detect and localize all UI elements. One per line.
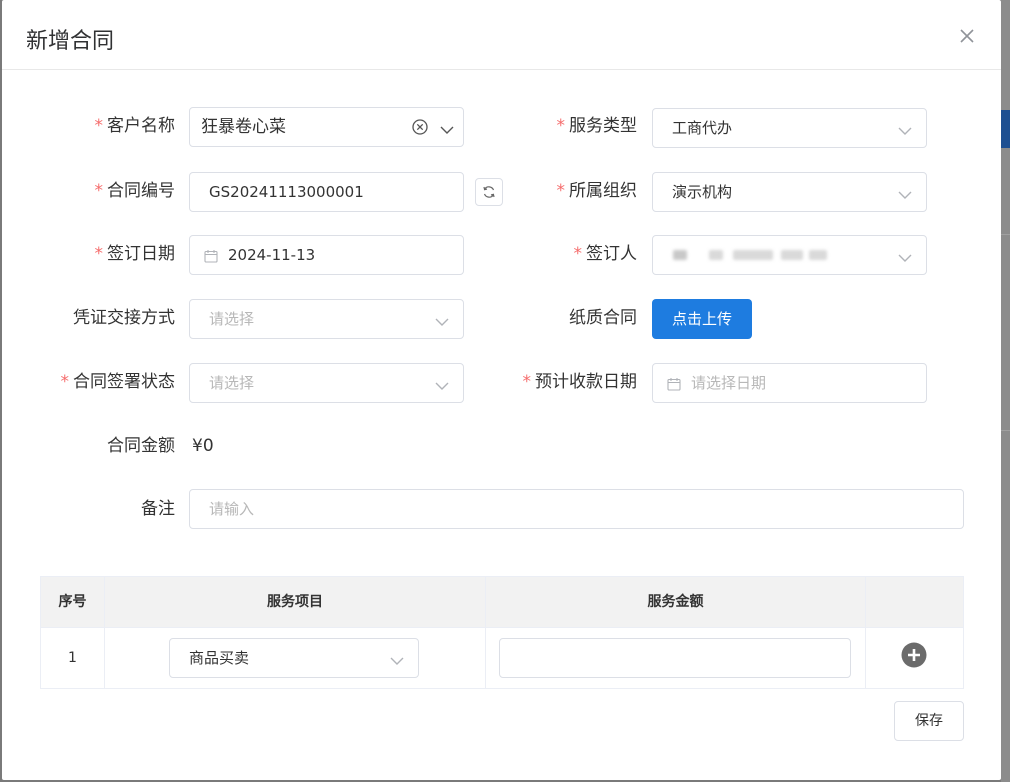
service-type-select[interactable]: 工商代办: [652, 108, 927, 148]
redacted-signer-name: [673, 247, 829, 263]
background-divider: [1001, 430, 1010, 431]
save-button[interactable]: 保存: [894, 701, 964, 741]
paper-contract-label: 纸质合同: [569, 308, 637, 328]
dialog-title: 新增合同: [26, 29, 115, 54]
chevron-down-icon: [440, 121, 454, 134]
row-index: 1: [68, 650, 77, 666]
header-service-amount: 服务金额: [647, 594, 704, 610]
sign-date-picker[interactable]: 2024-11-13: [189, 235, 464, 275]
chevron-down-icon: [390, 652, 404, 665]
contract-no-label: * 合同编号: [95, 171, 176, 211]
chevron-down-icon: [435, 377, 449, 390]
close-icon[interactable]: [957, 26, 977, 46]
voucher-method-select[interactable]: 请选择: [189, 299, 464, 339]
clear-icon[interactable]: [411, 118, 429, 136]
signer-label: * 签订人: [574, 234, 638, 274]
expected-date-picker[interactable]: 请选择日期: [652, 363, 927, 403]
org-label: * 所属组织: [557, 171, 638, 211]
amount-value: ¥0: [192, 436, 214, 456]
amount-label: 合同金额: [107, 436, 175, 456]
org-value: 演示机构: [672, 183, 733, 201]
header-service-item: 服务项目: [267, 594, 323, 610]
voucher-method-placeholder: 请选择: [209, 310, 255, 328]
customer-label: * 客户名称: [95, 106, 176, 146]
service-type-label-text: 服务类型: [569, 116, 637, 136]
chevron-down-icon: [898, 122, 912, 135]
expected-date-placeholder: 请选择日期: [691, 374, 767, 392]
upload-button[interactable]: 点击上传: [652, 299, 752, 339]
regenerate-number-button[interactable]: [475, 178, 503, 206]
contract-no-label-text: 合同编号: [107, 181, 175, 201]
new-contract-dialog: 新增合同 * 客户名称 狂暴卷心菜 * 服务类型 工商代办 * 合同编号 GS2024…: [2, 0, 1001, 780]
refresh-icon: [483, 186, 495, 198]
add-row-icon[interactable]: [901, 642, 927, 668]
customer-label-text: 客户名称: [107, 116, 175, 136]
sign-date-label: * 签订日期: [95, 234, 176, 274]
expected-date-label-text: 预计收款日期: [535, 372, 637, 392]
sign-status-label-text: 合同签署状态: [73, 372, 175, 392]
dialog-header: 新增合同: [2, 0, 1001, 70]
customer-value: 狂暴卷心菜: [201, 117, 286, 137]
signer-label-text: 签订人: [586, 244, 637, 264]
service-item-value: 商品买卖: [189, 649, 250, 667]
service-amount-input[interactable]: [499, 638, 851, 678]
voucher-method-label: 凭证交接方式: [73, 308, 175, 328]
required-mark: *: [522, 372, 532, 392]
service-item-select[interactable]: 商品买卖: [169, 638, 419, 678]
required-mark: *: [573, 244, 583, 264]
service-type-value: 工商代办: [672, 119, 733, 137]
header-index: 序号: [58, 594, 87, 610]
background-divider: [1001, 234, 1010, 235]
chevron-down-icon: [898, 186, 912, 199]
chevron-down-icon: [435, 313, 449, 326]
remark-label: 备注: [141, 499, 175, 519]
required-mark: *: [556, 181, 566, 201]
required-mark: *: [94, 181, 104, 201]
required-mark: *: [94, 244, 104, 264]
signer-select[interactable]: [652, 235, 927, 275]
service-items-table: 序号 服务项目 服务金额 1 商品买卖: [40, 576, 964, 689]
contract-no-input[interactable]: GS20241113000001: [189, 172, 464, 212]
remark-placeholder: 请输入: [209, 500, 255, 518]
chevron-down-icon: [898, 249, 912, 262]
calendar-icon: [667, 376, 681, 391]
service-type-label: * 服务类型: [557, 106, 638, 146]
required-mark: *: [60, 372, 70, 392]
org-select[interactable]: 演示机构: [652, 172, 927, 212]
sign-status-label: * 合同签署状态: [61, 362, 176, 402]
required-mark: *: [556, 116, 566, 136]
expected-date-label: * 预计收款日期: [523, 362, 638, 402]
sign-status-select[interactable]: 请选择: [189, 363, 464, 403]
background-accent: [1001, 110, 1010, 148]
column-divider: [104, 577, 105, 688]
sign-date-value: 2024-11-13: [228, 246, 316, 264]
table-header: 序号 服务项目 服务金额: [41, 577, 963, 628]
remark-input[interactable]: 请输入: [189, 489, 964, 529]
sign-date-label-text: 签订日期: [107, 244, 175, 264]
column-divider: [865, 577, 866, 688]
calendar-icon: [204, 248, 218, 263]
column-divider: [485, 577, 486, 688]
contract-no-value: GS20241113000001: [209, 183, 364, 201]
org-label-text: 所属组织: [569, 181, 637, 201]
customer-select[interactable]: 狂暴卷心菜: [189, 107, 464, 147]
sign-status-placeholder: 请选择: [209, 374, 255, 392]
required-mark: *: [94, 116, 104, 136]
